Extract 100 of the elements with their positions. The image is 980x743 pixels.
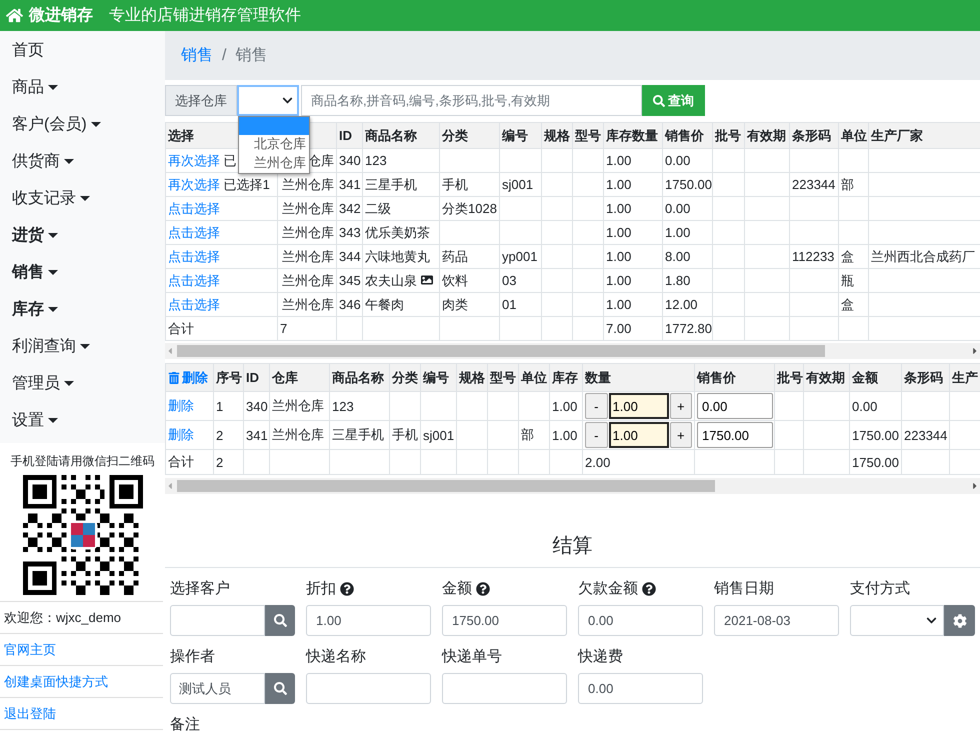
table-cell: 03 [500,268,542,292]
search-field[interactable]: 商品名称,拼音码,编号,条形码,批号,有效期 [301,85,642,116]
dropdown-option[interactable]: 北京仓库 [239,135,309,154]
increase-button[interactable]: + [670,422,692,448]
column-header: 销售价 [694,364,774,392]
column-header: 仓库 [270,364,330,392]
lookup-field[interactable] [170,605,265,636]
table-cell: 1772.80 [662,316,712,340]
sidebar-item[interactable]: 首页 [0,32,165,69]
table-cell: 兰州仓库 [278,196,336,220]
sidebar-item[interactable]: 销售 [0,254,165,291]
sidebar-item[interactable]: 收支记录 [0,180,165,217]
column-header: 库存数量 [604,122,662,148]
scrollbar[interactable] [165,343,980,359]
table-cell: 1750.00 [662,172,712,196]
table-cell: 223344 [790,172,838,196]
table-cell: 药品 [440,244,500,268]
warehouse-select[interactable] [237,85,299,116]
image-icon[interactable] [420,274,433,286]
table-cell: 1.00 [604,220,662,244]
field-label: 支付方式 [850,579,911,598]
sidebar-link[interactable]: 退出登陆 [0,697,163,729]
decrease-button[interactable]: - [585,393,608,419]
column-header: 数量 [582,364,694,392]
column-header: 规格 [542,122,572,148]
sidebar-item[interactable]: 供货商 [0,143,165,180]
table-cell: 兰州仓库 [270,420,330,450]
input-field[interactable]: 2021-08-03 [714,605,839,636]
slogan: 专业的店铺进销存管理软件 [109,6,301,26]
table-cell: 兰州仓库 [278,292,336,316]
home-icon [6,7,23,24]
settings-button[interactable] [944,605,975,636]
column-header: 单位 [518,364,550,392]
price-field[interactable]: 1750.00 [697,422,773,448]
lookup-field[interactable]: 测试人员 [170,673,265,704]
caret-icon [48,270,58,275]
decrease-button[interactable]: - [585,422,608,448]
column-header: 分类 [440,122,500,148]
select-link[interactable]: 再次选择 [168,152,220,168]
sidebar-link[interactable]: 官网主页 [0,633,163,665]
input-field[interactable] [306,673,431,704]
select-link[interactable]: 再次选择 [168,176,220,192]
sidebar-item[interactable]: 设置 [0,402,165,439]
table-cell: sj001 [500,172,542,196]
help-icon[interactable] [340,582,354,596]
sidebar-item[interactable]: 利润查询 [0,328,165,365]
section-title: 结算 [165,532,980,568]
chevron-icon [926,615,938,626]
breadcrumb-current: 销售 [235,46,268,66]
input-field[interactable]: 0.00 [578,605,703,636]
column-header: 销售价 [662,122,712,148]
caret-icon [90,122,101,127]
sidebar-item[interactable]: 进货 [0,217,165,254]
increase-button[interactable]: + [670,393,692,419]
sidebar-item[interactable]: 管理员 [0,365,165,402]
input-field[interactable]: 1.00 [306,605,431,636]
column-header: 生产厂家 [868,122,980,148]
table-cell: 340 [336,148,362,172]
input-field[interactable]: 1750.00 [442,605,567,636]
table-cell: 部 [838,172,868,196]
help-icon[interactable] [476,582,490,596]
quantity-field[interactable]: 1.00 [608,393,668,419]
help-icon[interactable] [642,582,656,596]
search-icon [274,614,286,627]
qr-caption: 手机登陆请用微信扫二维码 [10,453,156,470]
table-cell: 340 [244,392,270,420]
gear-icon [952,614,967,628]
caret-icon [48,233,58,238]
table-cell: 2 [214,450,244,474]
quantity-field[interactable]: 1.00 [608,422,668,448]
input-field[interactable] [442,673,567,704]
field-label: 折扣 [306,579,336,598]
sidebar-item[interactable]: 客户(会员) [0,106,165,143]
column-header: 有效期 [744,122,790,148]
sidebar-item[interactable]: 库存 [0,291,165,328]
table-cell: 1.00 [604,196,662,220]
price-field[interactable]: 0.00 [697,393,773,419]
table-cell: 合计 [166,316,278,340]
table-cell: 8.00 [662,244,712,268]
column-header: ID [244,364,270,392]
table-cell: 1.00 [550,392,582,420]
table-cell: 1.00 [662,220,712,244]
input-field[interactable]: 0.00 [578,673,703,704]
sidebar-item[interactable]: 商品 [0,69,165,106]
table-cell: 1.00 [604,244,662,268]
dropdown-option[interactable]: 兰州仓库 [239,154,309,173]
sidebar-link[interactable]: 创建桌面快捷方式 [0,665,163,697]
scrollbar[interactable] [165,478,980,494]
field-label: 欠款金额 [578,579,638,598]
warehouse-label: 选择仓库 [165,85,237,116]
table-cell: 手机 [440,172,500,196]
search-button[interactable] [265,673,295,704]
table-cell: 兰州仓库 [278,220,336,244]
table-cell: 兰州仓库 [278,244,336,268]
select-field[interactable] [850,605,944,636]
column-header: 单位 [838,122,868,148]
table-cell: 344 [336,244,362,268]
table-cell: 7 [278,316,336,340]
column-header: 规格 [456,364,488,392]
search-button[interactable] [265,605,295,636]
